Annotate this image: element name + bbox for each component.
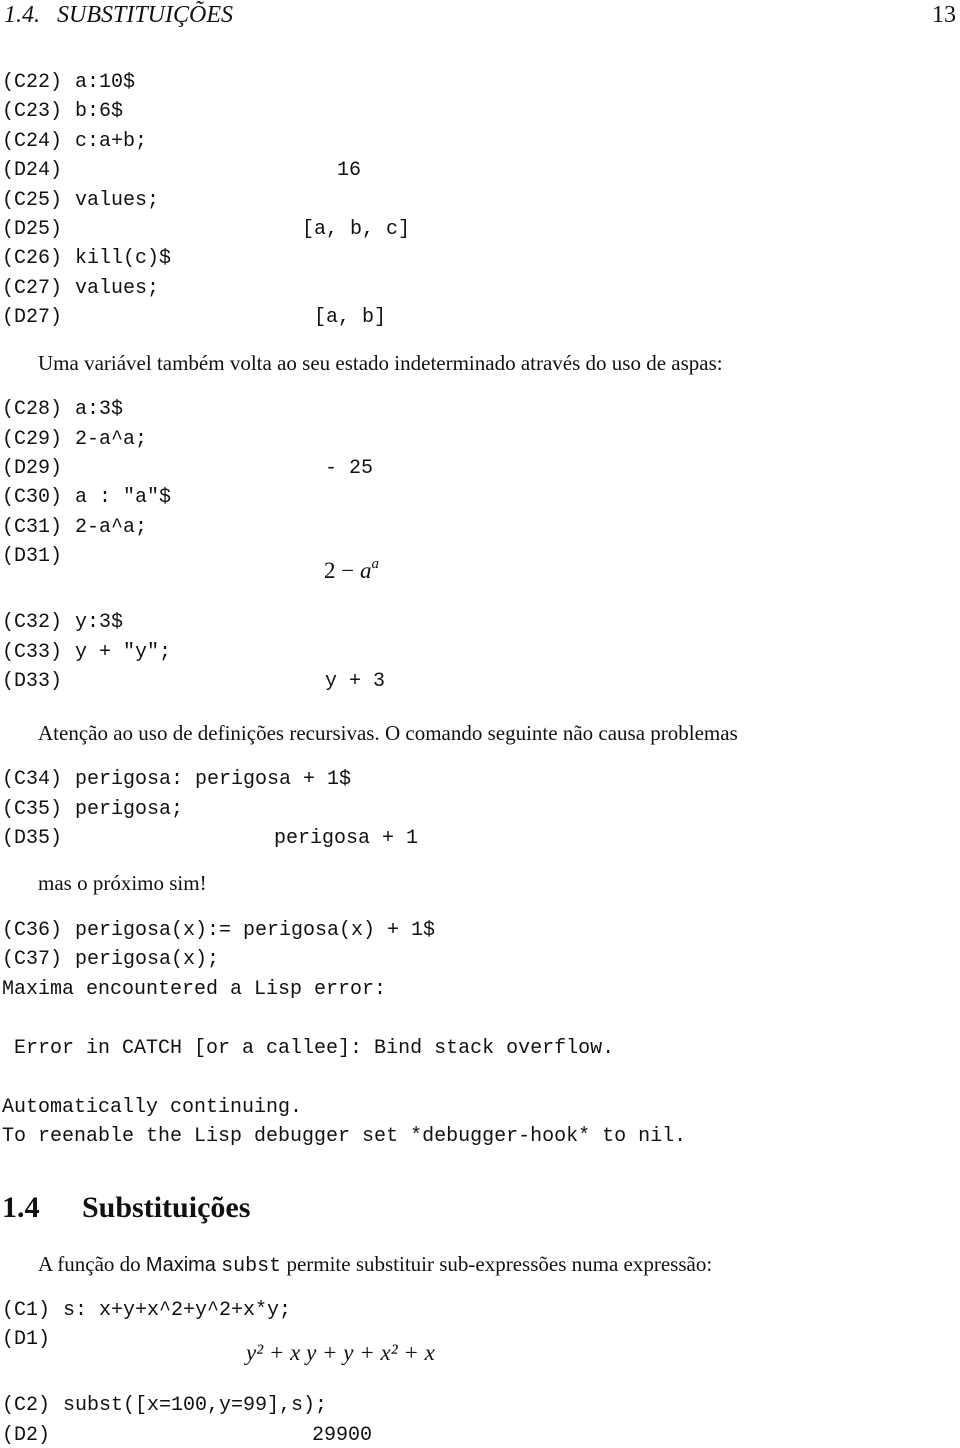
output-label: (D2) xyxy=(2,1424,51,1447)
input-label: (C1) xyxy=(2,1299,51,1322)
input-code: a : "a"$ xyxy=(75,486,172,509)
input-label: (C24) xyxy=(2,130,63,153)
output-value: - 25 xyxy=(325,457,374,480)
input-code: perigosa(x); xyxy=(75,948,220,971)
output-value: [a, b] xyxy=(314,306,387,329)
input-code: perigosa; xyxy=(75,798,184,821)
input-code: y + "y"; xyxy=(75,641,172,664)
output-value: [a, b, c] xyxy=(302,218,411,241)
input-label: (C27) xyxy=(2,277,63,300)
input-code: s: x+y+x^2+y^2+x*y; xyxy=(63,1299,292,1322)
input-code: a:3$ xyxy=(75,398,124,421)
error-message: Error in CATCH [or a callee]: Bind stack… xyxy=(2,1037,615,1060)
input-label: (C28) xyxy=(2,398,63,421)
input-label: (C32) xyxy=(2,611,63,634)
output-label: (D25) xyxy=(2,218,63,241)
paragraph: Atenção ao uso de definições recursivas.… xyxy=(38,721,738,745)
input-label: (C35) xyxy=(2,798,63,821)
math-output: 2 − aa xyxy=(324,556,379,584)
math-base: 2 − xyxy=(324,558,360,583)
input-label: (C29) xyxy=(2,428,63,451)
input-label: (C30) xyxy=(2,486,63,509)
page-number: 13 xyxy=(932,2,956,28)
output-value: y + 3 xyxy=(325,670,386,693)
output-value: 29900 xyxy=(312,1424,373,1447)
input-code: subst([x=100,y=99],s); xyxy=(63,1394,328,1417)
math-output: y² + x y + y + x² + x xyxy=(246,1340,435,1365)
input-label: (C37) xyxy=(2,948,63,971)
input-label: (C2) xyxy=(2,1394,51,1417)
error-hint: To reenable the Lisp debugger set *debug… xyxy=(2,1125,687,1148)
input-label: (C34) xyxy=(2,768,63,791)
running-header-title: SUBSTITUIÇÕES xyxy=(57,2,234,28)
input-code: kill(c)$ xyxy=(75,247,172,270)
error-heading: Maxima encountered a Lisp error: xyxy=(2,978,387,1001)
output-label: (D33) xyxy=(2,670,63,693)
output-label: (D31) xyxy=(2,545,63,568)
input-code: a:10$ xyxy=(75,71,136,94)
output-label: (D29) xyxy=(2,457,63,480)
paragraph-text: permite substituir sub-expressões numa e… xyxy=(281,1252,713,1276)
input-code: y:3$ xyxy=(75,611,124,634)
output-value: 16 xyxy=(337,159,362,182)
input-label: (C31) xyxy=(2,516,63,539)
section-title: Substituições xyxy=(82,1191,251,1224)
paragraph: Uma variável também volta ao seu estado … xyxy=(38,351,723,375)
output-label: (D27) xyxy=(2,306,63,329)
output-label: (D1) xyxy=(2,1328,51,1351)
output-value: perigosa + 1 xyxy=(274,827,419,850)
paragraph: A função do Maxima subst permite substit… xyxy=(38,1252,712,1278)
input-code: 2-a^a; xyxy=(75,516,148,539)
input-label: (C25) xyxy=(2,189,63,212)
input-code: b:6$ xyxy=(75,100,124,123)
input-label: (C26) xyxy=(2,247,63,270)
output-label: (D24) xyxy=(2,159,63,182)
section-number: 1.4 xyxy=(2,1191,40,1224)
inline-code-subst: subst xyxy=(221,1255,282,1278)
input-label: (C36) xyxy=(2,919,63,942)
input-label: (C22) xyxy=(2,71,63,94)
input-code: values; xyxy=(75,277,160,300)
input-code: perigosa: perigosa + 1$ xyxy=(75,768,352,791)
input-code: values; xyxy=(75,189,160,212)
maxima-name: Maxima xyxy=(145,1254,216,1276)
input-code: 2-a^a; xyxy=(75,428,148,451)
running-header-section-number: 1.4. xyxy=(4,2,40,28)
paragraph: mas o próximo sim! xyxy=(38,871,207,895)
input-label: (C23) xyxy=(2,100,63,123)
error-continue: Automatically continuing. xyxy=(2,1096,303,1119)
paragraph-text: A função do xyxy=(38,1252,146,1276)
input-code: perigosa(x):= perigosa(x) + 1$ xyxy=(75,919,436,942)
math-exponent: a xyxy=(371,556,379,572)
output-label: (D35) xyxy=(2,827,63,850)
input-code: c:a+b; xyxy=(75,130,148,153)
input-label: (C33) xyxy=(2,641,63,664)
math-variable: a xyxy=(359,558,372,583)
